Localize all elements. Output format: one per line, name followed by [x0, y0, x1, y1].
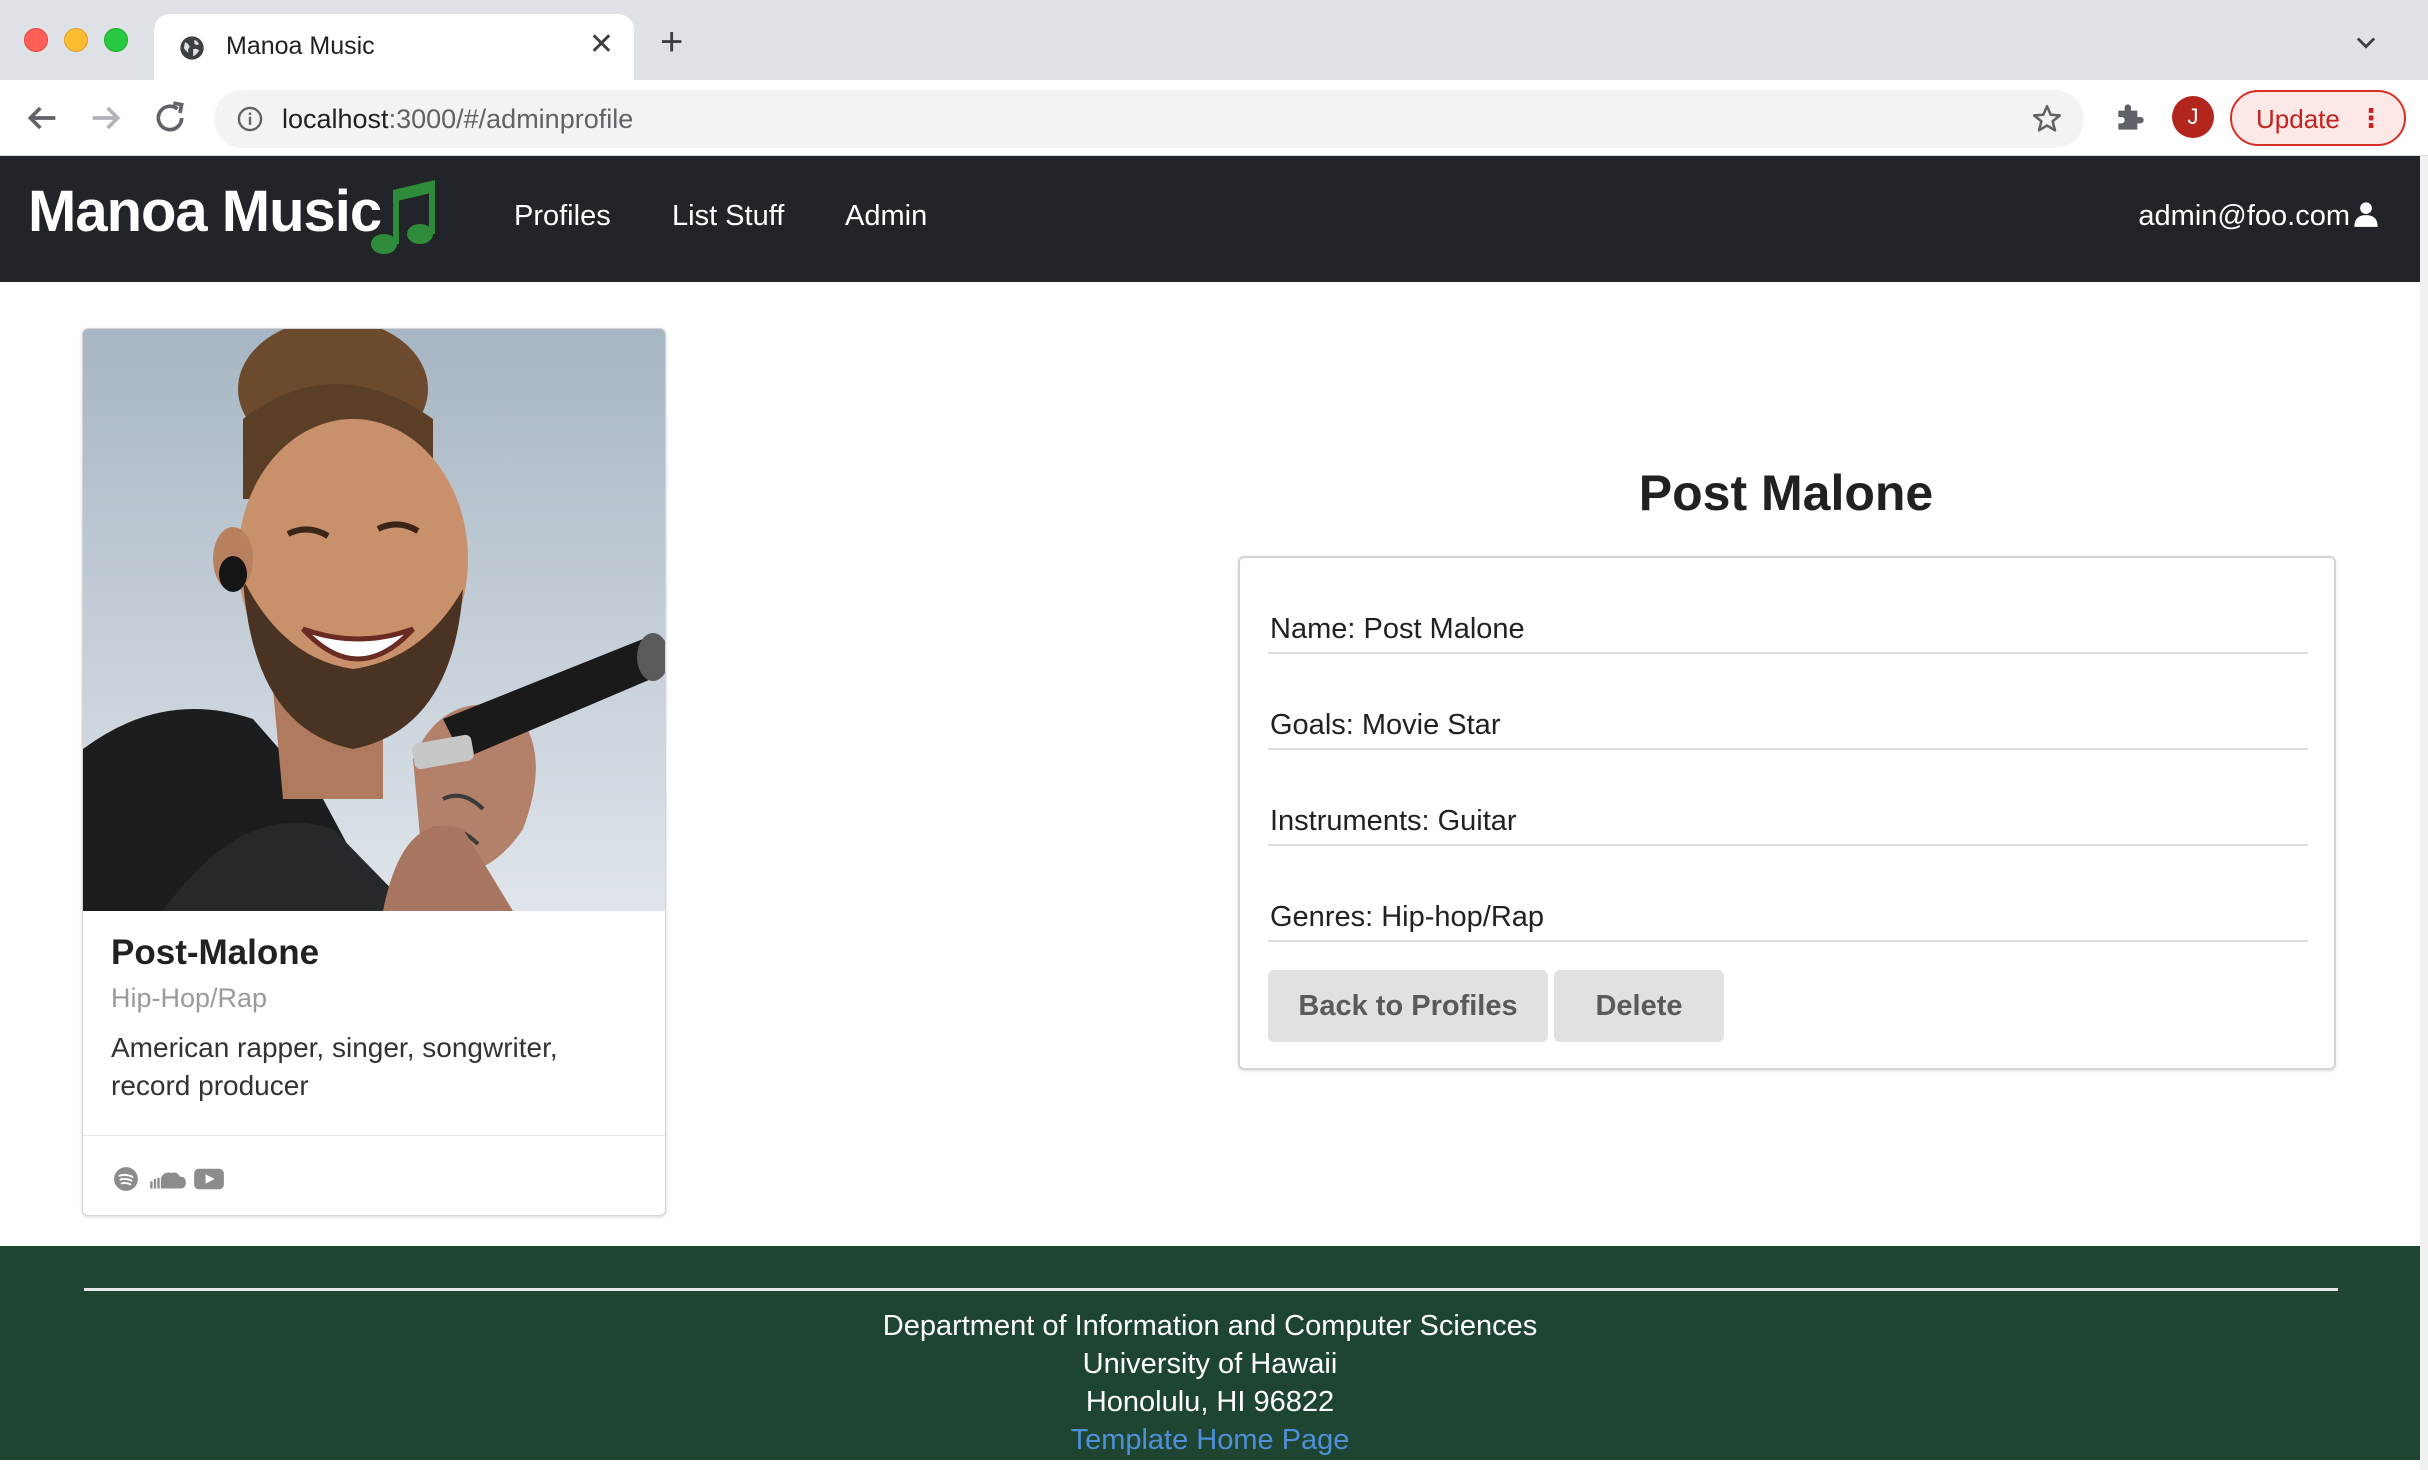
- nav-profiles[interactable]: Profiles: [514, 200, 611, 233]
- card-name: Post-Malone: [111, 933, 320, 972]
- footer: Department of Information and Computer S…: [0, 1246, 2420, 1460]
- profile-details-panel: Name: Post Malone Goals: Movie Star Inst…: [1238, 556, 2336, 1070]
- youtube-icon[interactable]: [193, 1166, 225, 1192]
- field-goals: Goals: Movie Star: [1268, 654, 2308, 750]
- profile-card[interactable]: Post-Malone Hip-Hop/Rap American rapper,…: [82, 328, 666, 1216]
- window-minimize-button[interactable]: [64, 28, 88, 52]
- update-button[interactable]: Update ⋮: [2230, 90, 2406, 146]
- chevron-down-icon[interactable]: [2352, 28, 2380, 56]
- browser-toolbar: localhost:3000/#/adminprofile: [0, 80, 2428, 156]
- reload-icon[interactable]: [150, 98, 190, 138]
- nav-list-stuff[interactable]: List Stuff: [672, 200, 784, 233]
- music-note-icon: [371, 180, 435, 254]
- window-close-button[interactable]: [24, 28, 48, 52]
- forward-arrow-icon[interactable]: [86, 98, 126, 138]
- profile-title: Post Malone: [1638, 465, 1934, 521]
- back-to-profiles-button[interactable]: Back to Profiles: [1268, 970, 1548, 1042]
- card-social-links: [83, 1135, 665, 1215]
- footer-divider: [84, 1288, 2338, 1291]
- field-name-text: Name: Post Malone: [1270, 613, 1525, 645]
- delete-button[interactable]: Delete: [1554, 970, 1724, 1042]
- browser-tab[interactable]: Manoa Music ✕: [154, 14, 634, 80]
- puzzle-icon[interactable]: [2112, 98, 2150, 136]
- user-menu[interactable]: admin@foo.com: [2138, 200, 2380, 233]
- brand-title[interactable]: Manoa Music: [28, 178, 382, 245]
- profile-avatar[interactable]: J: [2172, 96, 2214, 138]
- field-instruments: Instruments: Guitar: [1268, 750, 2308, 846]
- field-genres-text: Genres: Hip-hop/Rap: [1270, 901, 1545, 933]
- back-arrow-icon[interactable]: [22, 98, 62, 138]
- url-text: localhost:3000/#/adminprofile: [282, 104, 633, 135]
- page-scrollbar[interactable]: [2420, 156, 2428, 1470]
- kebab-menu-icon[interactable]: ⋮: [2358, 104, 2384, 132]
- window-maximize-button[interactable]: [104, 28, 128, 52]
- close-icon[interactable]: ✕: [589, 30, 614, 60]
- field-instruments-text: Instruments: Guitar: [1270, 805, 1517, 837]
- info-icon[interactable]: [236, 105, 264, 133]
- card-description: American rapper, singer, songwriter, rec…: [111, 1032, 558, 1101]
- spotify-icon[interactable]: [111, 1166, 141, 1192]
- tab-title: Manoa Music: [226, 32, 375, 60]
- address-bar[interactable]: localhost:3000/#/adminprofile: [214, 90, 2084, 148]
- soundcloud-icon[interactable]: [149, 1166, 187, 1192]
- browser-tab-bar: Manoa Music ✕ +: [0, 0, 2428, 80]
- card-genre: Hip-Hop/Rap: [111, 983, 268, 1013]
- star-icon[interactable]: [2030, 102, 2064, 136]
- url-host: localhost: [282, 104, 389, 134]
- user-icon: [2354, 202, 2378, 227]
- field-genres: Genres: Hip-hop/Rap: [1268, 846, 2308, 942]
- template-home-link[interactable]: Template Home Page: [0, 1424, 2420, 1457]
- globe-icon: [180, 36, 204, 60]
- nav-admin[interactable]: Admin: [845, 200, 927, 233]
- field-goals-text: Goals: Movie Star: [1270, 709, 1501, 741]
- plus-icon[interactable]: +: [660, 22, 683, 62]
- url-path: :3000/#/adminprofile: [388, 104, 634, 134]
- app-navbar: Manoa Music Profiles List Stuff Admin ad…: [0, 156, 2420, 282]
- update-label: Update: [2256, 104, 2340, 134]
- footer-department: Department of Information and Computer S…: [882, 1310, 1538, 1342]
- user-email: admin@foo.com: [2138, 200, 2350, 232]
- field-name: Name: Post Malone: [1268, 558, 2308, 654]
- footer-address: Honolulu, HI 96822: [1085, 1386, 1335, 1418]
- profile-photo: [83, 329, 665, 911]
- footer-university: University of Hawaii: [1082, 1348, 1338, 1380]
